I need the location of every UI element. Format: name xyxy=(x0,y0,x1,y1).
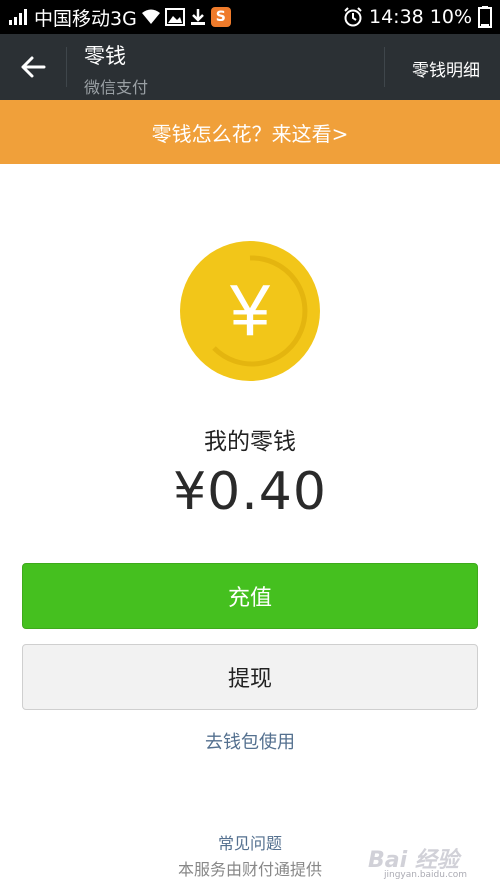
image-icon xyxy=(164,8,185,26)
status-bar-left: 中国移动3G S xyxy=(8,0,231,34)
app-bar: 零钱 微信支付 零钱明细 xyxy=(0,34,500,100)
withdraw-button-label: 提现 xyxy=(227,667,272,692)
page-title: 零钱 xyxy=(84,44,126,68)
baidu-watermark: Bai 经验 jingyan.baidu.com xyxy=(368,840,488,884)
withdraw-button[interactable]: 提现 xyxy=(22,644,478,710)
battery-icon xyxy=(478,6,492,28)
coin-icon: ¥ xyxy=(179,240,321,382)
sogou-icon: S xyxy=(210,7,231,27)
watermark-url: jingyan.baidu.com xyxy=(384,870,468,880)
balance-amount: ¥0.40 xyxy=(173,462,327,522)
page-subtitle: 微信支付 xyxy=(84,78,149,97)
status-bar-right: 14:38 10% xyxy=(343,0,492,34)
status-bar: 中国移动3G S 14:38 10% xyxy=(0,0,500,34)
recharge-button[interactable]: 充值 xyxy=(22,563,478,629)
promo-banner[interactable]: 零钱怎么花？来这看> xyxy=(0,100,500,164)
recharge-button-label: 充值 xyxy=(227,586,272,611)
yuan-glyph: ¥ xyxy=(229,271,271,351)
promo-banner-text: 零钱怎么花？来这看> xyxy=(151,121,349,146)
app-bar-divider-right xyxy=(384,47,385,87)
use-in-wallet-link[interactable]: 去钱包使用 xyxy=(0,728,500,754)
clock-label: 14:38 xyxy=(369,6,424,28)
wifi-icon xyxy=(141,9,160,24)
carrier-label: 中国移动3G xyxy=(34,7,137,30)
back-button[interactable] xyxy=(0,34,66,100)
balance-label: 我的零钱 xyxy=(204,429,296,455)
arrow-left-icon xyxy=(21,56,46,78)
alarm-icon xyxy=(344,7,362,27)
signal-icon xyxy=(9,9,27,25)
app-bar-divider xyxy=(66,47,67,87)
download-icon xyxy=(190,9,205,25)
battery-label: 10% xyxy=(429,6,472,28)
balance-details-button[interactable]: 零钱明细 xyxy=(412,56,480,81)
